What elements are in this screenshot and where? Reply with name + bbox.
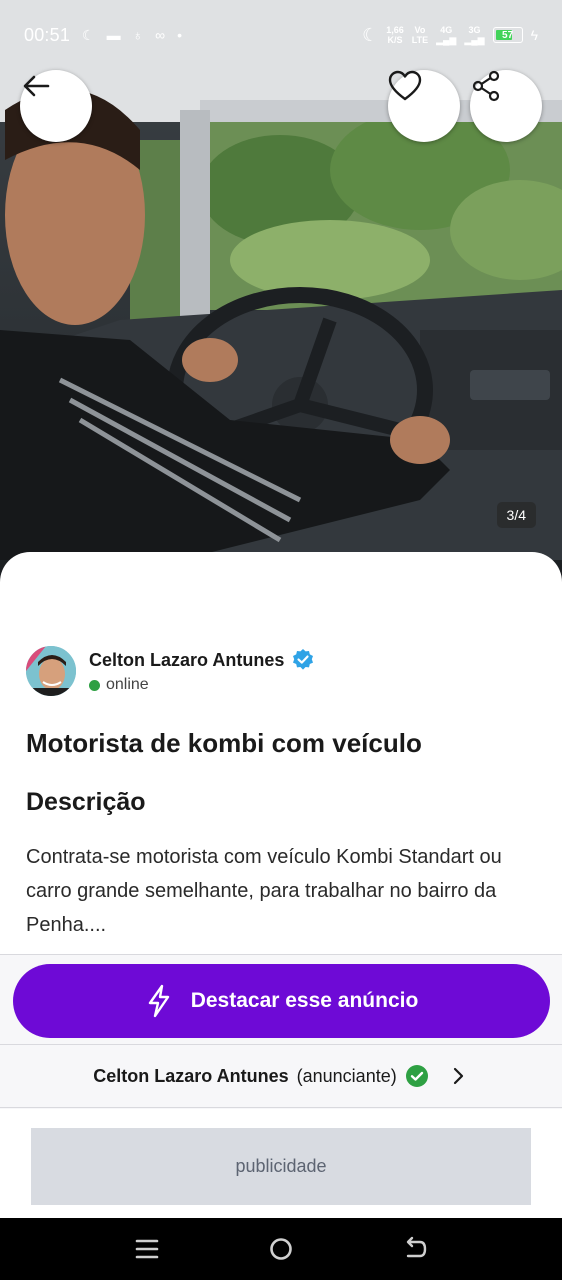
- chevron-right-icon: [453, 1067, 463, 1085]
- seller-name[interactable]: Celton Lazaro Antunes: [89, 650, 284, 671]
- network-speed: 1,66 K/S: [386, 25, 404, 45]
- lightning-icon: [148, 984, 169, 1018]
- listing-photo[interactable]: 00:51 ☾ ▬ ♁ ∞ • ☾ 1,66 K/S Vo LTE 4G ▂▄▆ …: [0, 0, 562, 580]
- avatar[interactable]: [26, 646, 76, 696]
- bottom-actions: Destacar esse anúncio Celton Lazaro Antu…: [0, 954, 562, 1218]
- volte-indicator: Vo LTE: [411, 25, 429, 45]
- dot-icon: •: [177, 27, 182, 43]
- description-text: Contrata-se motorista com veículo Kombi …: [26, 846, 502, 936]
- menu-icon[interactable]: [134, 1237, 160, 1261]
- online-status: online: [106, 676, 149, 693]
- image-counter: 3/4: [496, 502, 536, 528]
- home-icon[interactable]: [268, 1236, 294, 1262]
- moon-icon: ☾: [82, 27, 95, 43]
- back-button[interactable]: [20, 70, 92, 142]
- advertiser-row[interactable]: Celton Lazaro Antunes (anunciante): [0, 1044, 562, 1108]
- signal-3g-icon: 3G ▂▄▆: [464, 25, 485, 45]
- system-nav-bar: [0, 1218, 562, 1280]
- back-arrow-icon: [23, 75, 50, 97]
- status-bar: 00:51 ☾ ▬ ♁ ∞ • ☾ 1,66 K/S Vo LTE 4G ▂▄▆ …: [0, 0, 562, 70]
- bed-icon: ▬: [106, 27, 121, 43]
- back-icon[interactable]: [402, 1236, 428, 1262]
- listing-title: Motorista de kombi com veículo: [26, 728, 422, 758]
- seller-info[interactable]: Celton Lazaro Antunes online: [26, 646, 315, 696]
- verified-badge-icon: [293, 649, 314, 670]
- ad-label: publicidade: [235, 1156, 327, 1176]
- listing-details: Celton Lazaro Antunes online Motorista d…: [0, 552, 562, 958]
- moon-icon-right: ☾: [362, 25, 379, 45]
- moneybag-icon: ♁: [132, 27, 144, 43]
- highlight-listing-button[interactable]: Destacar esse anúncio: [13, 964, 550, 1038]
- favorite-button[interactable]: [388, 70, 460, 142]
- description-heading: Descrição: [26, 788, 146, 816]
- online-indicator: [89, 679, 100, 691]
- status-time: 00:51: [24, 24, 71, 45]
- share-icon: [472, 70, 500, 102]
- battery-icon: 57: [492, 27, 523, 43]
- advertiser-name: Celton Lazaro Antunes: [93, 1065, 289, 1086]
- charging-icon: ϟ: [530, 27, 538, 43]
- advertiser-role: (anunciante): [296, 1065, 397, 1086]
- avatar-image: [26, 646, 76, 696]
- check-circle-icon: [405, 1065, 428, 1087]
- signal-4g-icon: 4G ▂▄▆: [436, 25, 457, 45]
- ad-placeholder[interactable]: publicidade: [31, 1128, 531, 1205]
- share-button[interactable]: [470, 70, 542, 142]
- highlight-listing-label: Destacar esse anúncio: [190, 989, 419, 1012]
- voicemail-icon: ∞: [155, 27, 166, 43]
- heart-icon: [388, 70, 422, 101]
